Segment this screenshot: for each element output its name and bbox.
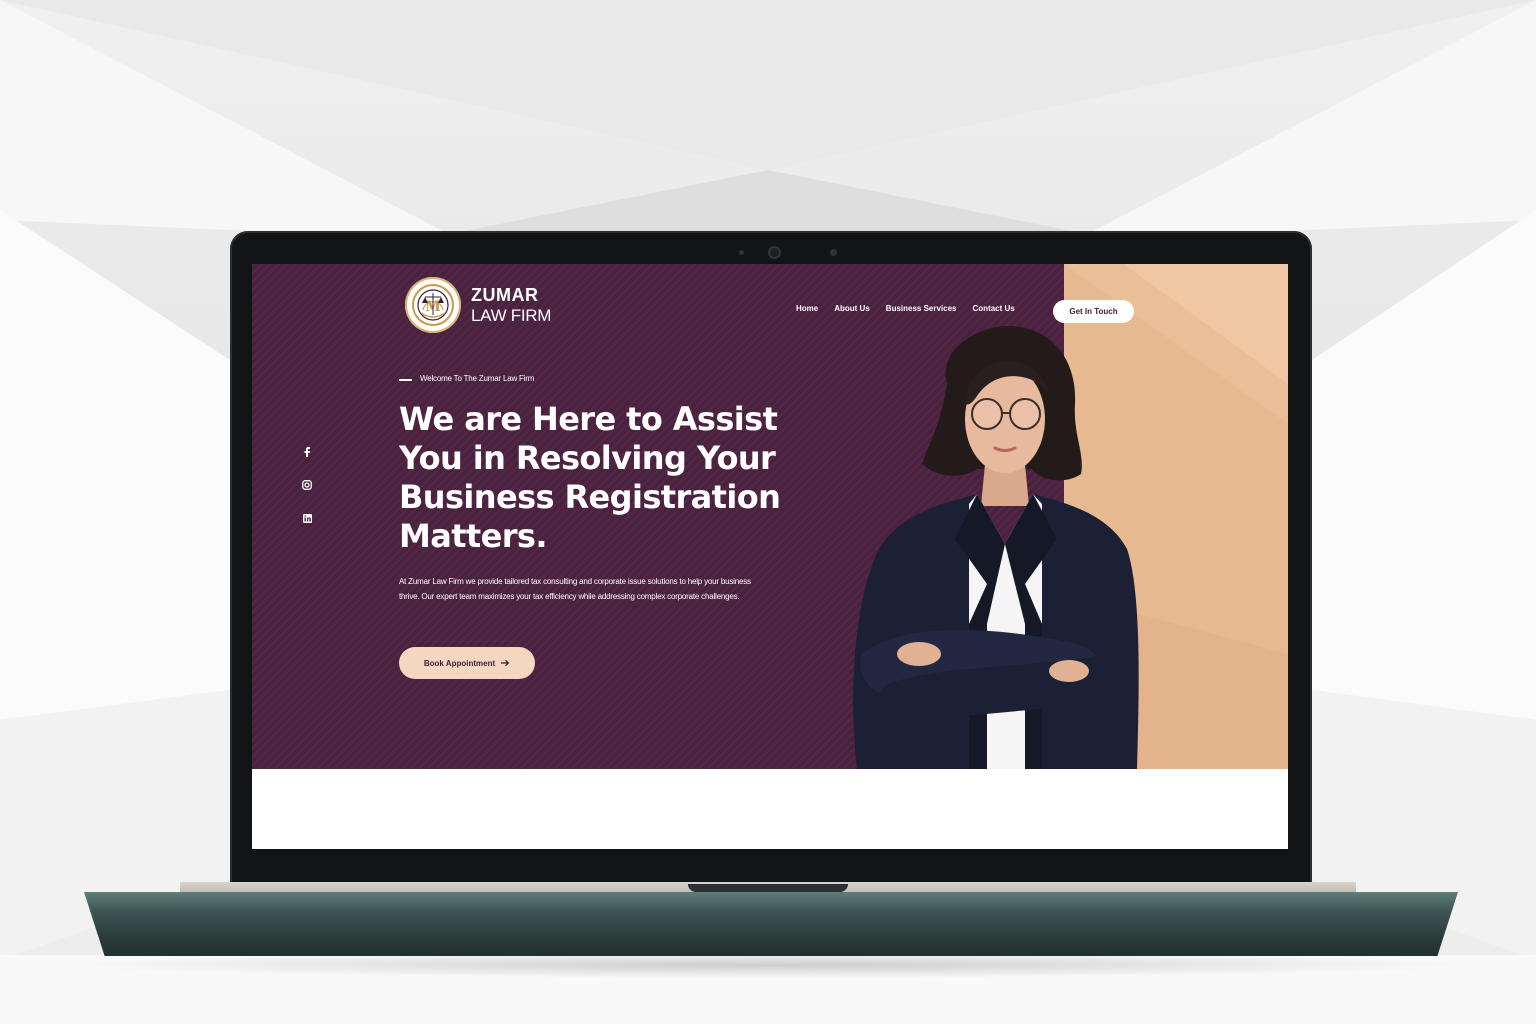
mockup-stage: M ZUMAR LAW FIRM Home About Us Business … [0, 0, 1536, 1024]
arrow-right-icon [501, 659, 510, 667]
social-links [302, 445, 312, 525]
main-nav: Home About Us Business Services Contact … [796, 304, 1015, 313]
lawyer-portrait [853, 325, 1139, 769]
eyebrow-text: Welcome To The Zumar Law Firm [420, 374, 535, 383]
camera-bar [230, 245, 1312, 259]
book-appointment-label: Book Appointment [423, 658, 496, 668]
nav-about-us[interactable]: About Us [834, 304, 870, 313]
facebook-icon[interactable] [302, 445, 312, 459]
sensor-dot [739, 250, 744, 255]
laptop-screen: M ZUMAR LAW FIRM Home About Us Business … [252, 264, 1288, 849]
linkedin-icon[interactable] [302, 511, 312, 525]
get-in-touch-button[interactable]: Get In Touch [1053, 300, 1134, 323]
logo-wordmark: ZUMAR LAW FIRM [471, 286, 551, 324]
nav-business-services[interactable]: Business Services [886, 304, 957, 313]
nav-contact-us[interactable]: Contact Us [973, 304, 1015, 313]
sensor-dot [830, 249, 837, 256]
hero-headline: We are Here to Assist You in Resolving Y… [399, 400, 781, 555]
hero-eyebrow: Welcome To The Zumar Law Firm [399, 374, 534, 383]
hero-section: M ZUMAR LAW FIRM Home About Us Business … [252, 264, 1288, 769]
content-area [252, 769, 1288, 849]
instagram-icon[interactable] [302, 478, 312, 492]
laptop-lid: M ZUMAR LAW FIRM Home About Us Business … [230, 231, 1312, 893]
laptop-shadow [60, 952, 1480, 978]
site-logo[interactable]: M ZUMAR LAW FIRM [405, 277, 551, 333]
scales-of-justice-icon: M [405, 277, 461, 333]
laptop-hinge-notch [688, 884, 848, 892]
laptop-base [84, 892, 1458, 956]
nav-home[interactable]: Home [796, 304, 818, 313]
hero-description: At Zumar Law Firm we provide tailored ta… [399, 577, 751, 601]
logo-tagline: LAW FIRM [471, 306, 552, 325]
webcam [770, 248, 779, 257]
logo-name: ZUMAR [471, 285, 539, 305]
book-appointment-button[interactable]: Book Appointment [399, 647, 535, 679]
eyebrow-dash [399, 379, 412, 381]
